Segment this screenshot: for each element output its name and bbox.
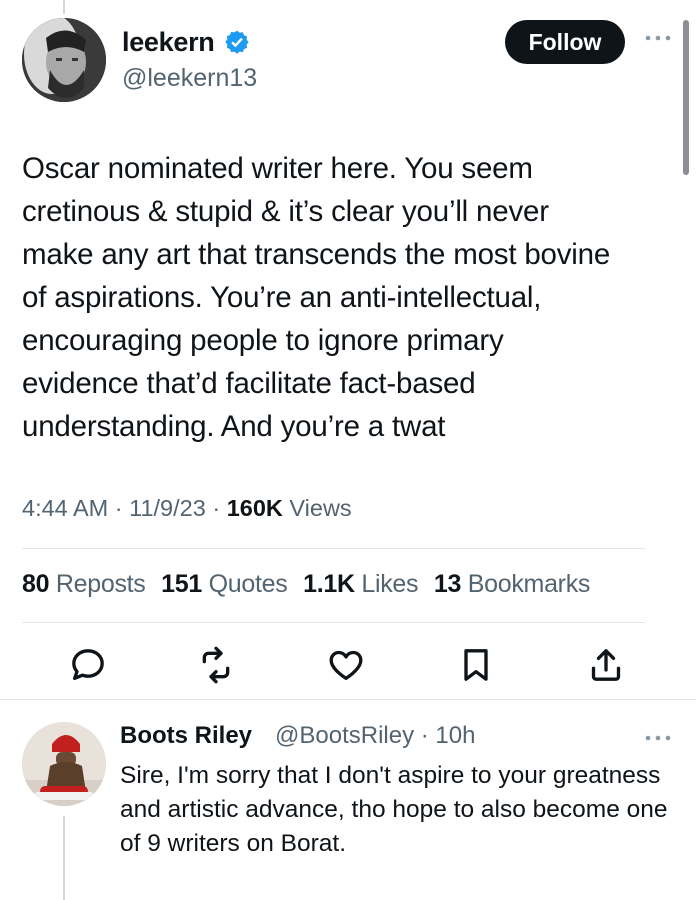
reply-text: Sire, I'm sorry that I don't aspire to y… [120, 762, 668, 857]
thread-connector-top [63, 0, 65, 14]
quotes-label: Quotes [208, 570, 288, 598]
bookmarks-label: Bookmarks [467, 570, 591, 598]
author-name[interactable]: leekern [122, 27, 215, 58]
thread-connector [63, 816, 65, 900]
engagement-stats: 80 Reposts 151 Quotes 1.1K Likes 13 Book… [22, 570, 599, 599]
author-avatar[interactable] [22, 18, 106, 102]
like-icon[interactable] [326, 645, 366, 685]
reply-age[interactable]: 10h [435, 722, 475, 749]
views-count: 160K [226, 495, 283, 521]
author-handle[interactable]: @leekern13 [122, 64, 257, 93]
quotes-count: 151 [161, 570, 202, 598]
meta-dot: · [414, 722, 436, 749]
tweet-time[interactable]: 4:44 AM [22, 495, 108, 521]
likes-count: 1.1K [303, 570, 355, 598]
tweet-text: Oscar nominated writer here. You seem cr… [22, 152, 611, 443]
meta-dot: · [114, 495, 123, 521]
quotes-stat[interactable]: 151 Quotes [161, 570, 288, 598]
likes-label: Likes [361, 570, 419, 598]
reposts-label: Reposts [55, 570, 146, 598]
tweet-date[interactable]: 11/9/23 [129, 495, 206, 521]
reply-author-handle[interactable]: @BootsRiley [275, 722, 414, 749]
likes-stat[interactable]: 1.1K Likes [303, 570, 418, 598]
scrollbar[interactable] [683, 20, 689, 175]
bookmarks-count: 13 [433, 570, 462, 598]
action-bar [0, 645, 696, 685]
meta-dot: · [212, 495, 221, 521]
bookmark-icon[interactable] [456, 645, 496, 685]
share-icon[interactable] [586, 645, 626, 685]
verified-badge-icon [225, 30, 249, 54]
reply-author-name[interactable]: Boots Riley [120, 722, 252, 750]
repost-icon[interactable] [196, 645, 236, 685]
more-options-icon[interactable] [643, 33, 673, 43]
divider [22, 548, 645, 549]
divider [0, 699, 696, 700]
reposts-count: 80 [22, 570, 50, 598]
divider [22, 622, 645, 623]
reply-icon[interactable] [68, 645, 108, 685]
reposts-stat[interactable]: 80 Reposts [22, 570, 146, 598]
reply-author-avatar[interactable] [22, 722, 106, 806]
views-label: Views [289, 495, 352, 521]
bookmarks-stat[interactable]: 13 Bookmarks [433, 570, 591, 598]
reply-handle-line: @BootsRiley · 10h [275, 722, 475, 750]
reply-more-options-icon[interactable] [643, 733, 673, 743]
follow-button[interactable]: Follow [505, 20, 625, 64]
tweet-meta: 4:44 AM · 11/9/23 · 160K Views [22, 495, 352, 522]
